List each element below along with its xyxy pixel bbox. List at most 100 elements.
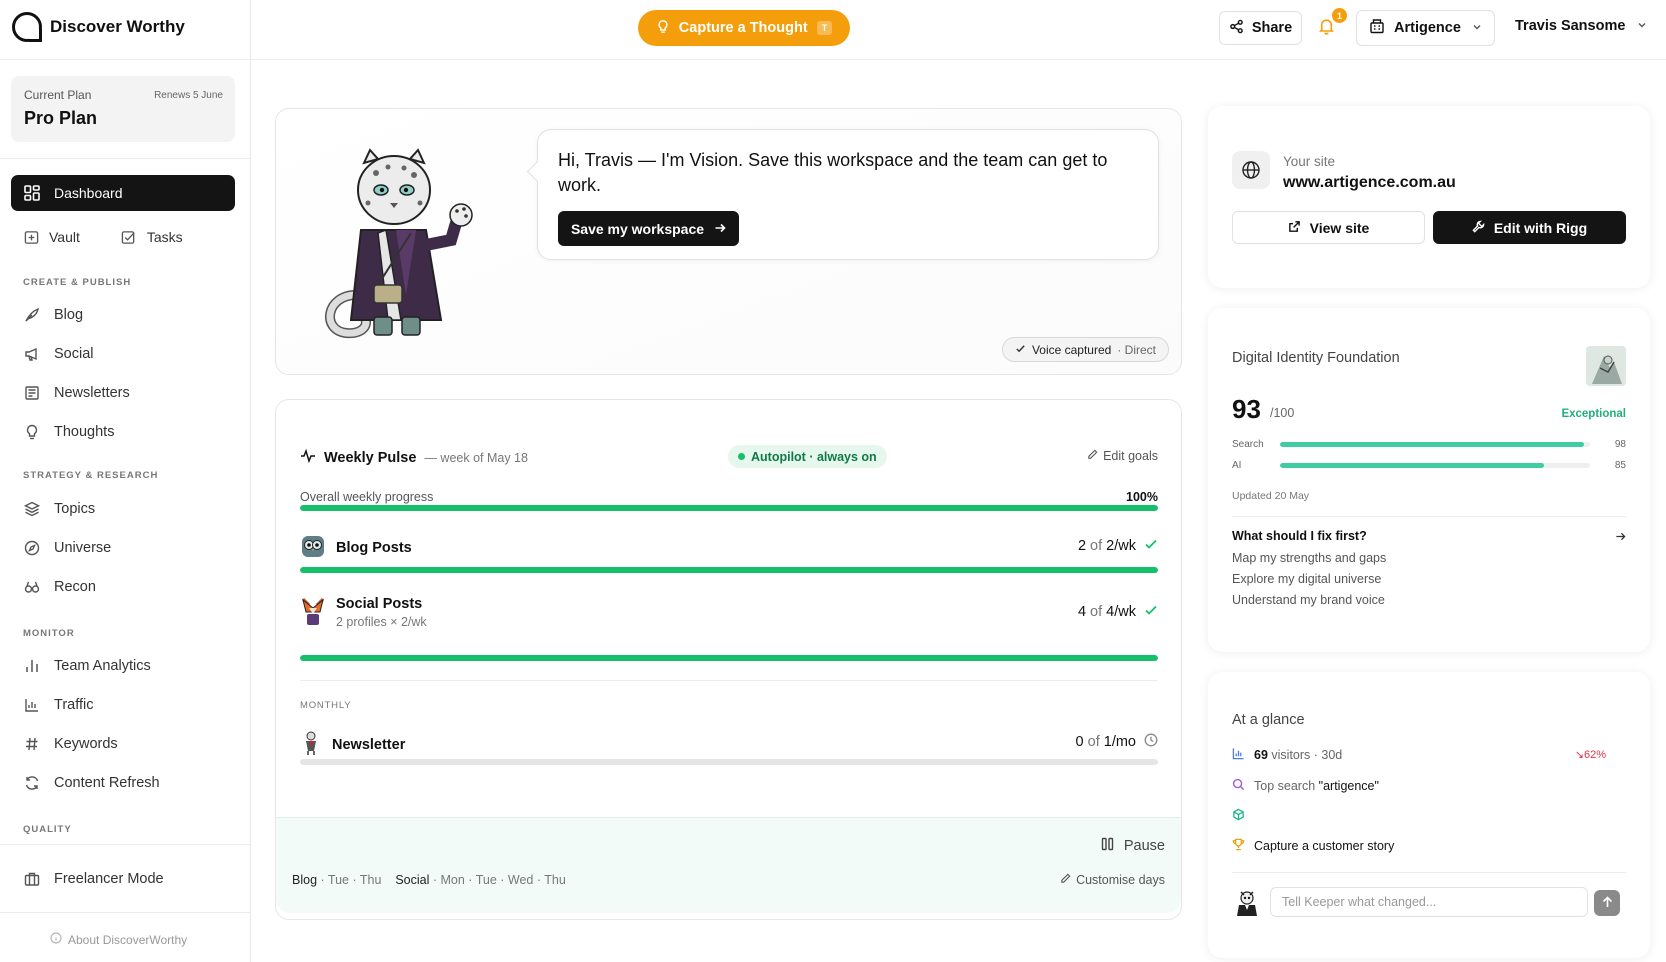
capture-thought-button[interactable]: Capture a Thought T [638,10,850,46]
about-link[interactable]: About DiscoverWorthy [50,932,187,947]
goal-count: 0 of 1/mo [1076,733,1158,751]
activity-icon [300,448,316,467]
sidebar-item-label: Content Refresh [54,775,160,791]
pulse-week: — week of May 18 [424,450,528,465]
user-menu[interactable]: Travis Sansome [1515,18,1647,34]
view-site-button[interactable]: View site [1232,211,1425,244]
pencil-icon [1087,449,1098,463]
goal-name: Newsletter [332,736,406,753]
logo-mark-icon [12,12,42,42]
fix-suggestion[interactable]: Map my strengths and gaps [1232,551,1386,565]
identity-title: Digital Identity Foundation [1232,350,1400,366]
your-site-card: Your site www.artigence.com.au View site… [1208,106,1650,288]
sidebar-item-label: Newsletters [54,385,130,401]
plan-card[interactable]: Current Plan Renews 5 June Pro Plan [11,76,235,142]
feather-icon [23,306,41,324]
sidebar-item-thoughts[interactable]: Thoughts [23,423,114,441]
top-search-stat[interactable]: Top search "artigence" [1232,778,1379,794]
autopilot-label: Autopilot · always on [751,449,877,464]
clock-icon [1144,733,1158,751]
topbar-divider [251,59,1666,60]
view-site-label: View site [1309,219,1370,236]
cube-stat[interactable] [1232,808,1245,824]
visitors-trend: ↘62% [1574,749,1606,761]
sidebar-item-team-analytics[interactable]: Team Analytics [23,657,151,675]
visitors-text: visitors · 30d [1271,748,1343,762]
voice-status-pill[interactable]: Voice captured · Direct [1001,337,1169,362]
sidebar-item-universe[interactable]: Universe [23,539,111,557]
bell-icon[interactable] [1318,17,1335,38]
goal-of: of [1090,604,1103,620]
metric-value: 85 [1614,460,1626,471]
schedule-summary: Blog · Tue · Thu Social · Mon · Tue · We… [292,873,566,887]
fix-suggestion[interactable]: Explore my digital universe [1232,572,1381,586]
grid-icon [23,184,41,202]
sidebar-item-content-refresh[interactable]: Content Refresh [23,774,160,792]
goal-row-newsletter[interactable]: Newsletter [300,730,405,759]
sidebar-item-traffic[interactable]: Traffic [23,696,93,714]
sidebar-item-dashboard[interactable]: Dashboard [11,175,235,211]
compass-icon [23,539,41,557]
schedule-social-days: · Mon · Tue · Wed · Thu [432,873,566,887]
sidebar-item-topics[interactable]: Topics [23,500,95,518]
sidebar-item-label: Universe [54,540,112,556]
sidebar-item-recon[interactable]: Recon [23,578,96,596]
edit-with-rigg-button[interactable]: Edit with Rigg [1433,211,1626,244]
fix-first-link[interactable]: What should I fix first? [1232,529,1367,543]
edit-with-rigg-label: Edit with Rigg [1493,219,1588,236]
divider [1232,516,1626,517]
about-label: About DiscoverWorthy [68,932,188,947]
arrow-right-icon[interactable] [1615,529,1626,545]
user-name: Travis Sansome [1515,18,1626,34]
overall-progress-value: 100% [1126,490,1158,504]
keeper-avatar-icon [1232,888,1262,918]
voice-status: Voice captured [1031,342,1112,357]
customer-story-link[interactable]: Capture a customer story [1232,838,1394,854]
pause-button[interactable]: Pause [1101,837,1165,855]
newspaper-icon [23,384,41,402]
section-header: MONITOR [23,628,75,639]
sidebar-item-label: Traffic [54,697,94,713]
goal-done: 4 [1077,604,1087,620]
sidebar-item-freelancer-mode[interactable]: Freelancer Mode [23,870,164,888]
identity-thumbnail-icon[interactable] [1586,346,1626,386]
goal-progress-bar [300,655,1158,661]
save-workspace-button[interactable]: Save my workspace [558,211,739,246]
share-button[interactable]: Share [1219,11,1302,45]
sidebar-item-newsletters[interactable]: Newsletters [23,384,130,402]
divider [0,59,251,60]
divider [1232,872,1626,873]
snow-leopard-mascot-icon [316,145,486,348]
sidebar-item-blog[interactable]: Blog [23,306,83,324]
visitors-stat[interactable]: 69 visitors · 30d [1232,747,1342,763]
keeper-message-input[interactable] [1270,887,1588,917]
goal-subtitle: 2 profiles × 2/wk [336,615,427,629]
metric-track [1280,442,1590,447]
sidebar-item-vault[interactable]: Vault [22,228,80,246]
lightbulb-icon [23,423,41,441]
site-url[interactable]: www.artigence.com.au [1283,174,1456,192]
metric-track [1280,463,1590,468]
overall-progress-bar [300,505,1158,511]
sidebar-item-social[interactable]: Social [23,345,94,363]
identity-score-max: /100 [1270,406,1295,420]
schedule-footer: Pause Blog · Tue · Thu Social · Mon · Tu… [276,817,1181,913]
fix-suggestion[interactable]: Understand my brand voice [1232,593,1385,607]
app-logo[interactable]: Discover Worthy [12,12,185,42]
sidebar-item-label: Blog [54,307,84,323]
bar-chart-icon [1232,747,1245,763]
bar-chart-icon [23,657,41,675]
edit-goals-button[interactable]: Edit goals [1087,449,1158,463]
edit-goals-label: Edit goals [1103,449,1158,463]
send-button[interactable] [1594,890,1620,916]
goal-row-social-posts[interactable]: Social Posts 2 profiles × 2/wk [300,596,427,629]
sidebar-item-tasks[interactable]: Tasks [120,228,183,246]
sidebar-item-keywords[interactable]: Keywords [23,735,118,753]
sidebar-item-label: Keywords [54,736,118,752]
cube-icon [1232,808,1245,824]
identity-rating: Exceptional [1561,408,1626,420]
goal-count: 2 of 2/wk [1078,537,1158,555]
organization-switcher[interactable]: Artigence [1356,10,1495,46]
goal-row-blog-posts[interactable]: Blog Posts [300,533,412,562]
customise-days-button[interactable]: Customise days [1060,873,1165,887]
